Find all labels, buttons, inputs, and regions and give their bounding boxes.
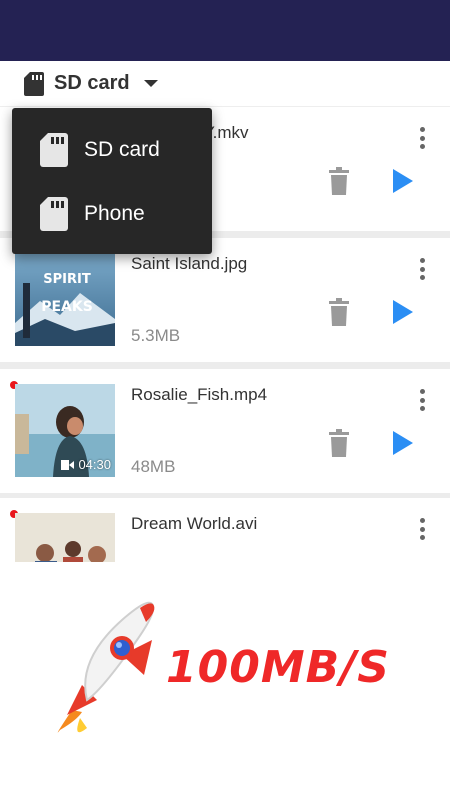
play-icon[interactable]: [391, 298, 415, 326]
promo-speed-text: 100MB/S: [166, 642, 390, 693]
video-camera-icon: [61, 459, 75, 470]
file-item[interactable]: 04:30 Rosalie_Fish.mp4 48MB: [0, 369, 450, 493]
file-name: Dream World.avi: [131, 514, 258, 533]
storage-dropdown-menu: SD card Phone: [12, 108, 212, 254]
storage-selected-label: SD card: [54, 72, 130, 94]
file-name: Rosalie_Fish.mp4: [131, 385, 268, 404]
menu-item-label: SD card: [84, 138, 160, 161]
sd-card-icon: [40, 133, 68, 167]
more-options-icon[interactable]: [412, 125, 432, 151]
delete-icon[interactable]: [327, 298, 351, 326]
file-size: 5.3MB: [131, 326, 181, 345]
thumbnail-subtitle-text: PEAKS: [41, 299, 93, 315]
file-thumbnail: 04:30: [15, 384, 115, 477]
app-header: [0, 0, 450, 61]
file-thumbnail: SPIRIT PEAKS: [15, 253, 115, 346]
play-icon[interactable]: [391, 429, 415, 457]
menu-item-label: Phone: [84, 202, 145, 225]
file-item[interactable]: Dream World.avi: [0, 498, 450, 562]
delete-icon[interactable]: [327, 167, 351, 195]
chevron-down-icon: [143, 80, 158, 87]
file-name: Saint Island.jpg: [131, 254, 248, 273]
menu-item-sd-card[interactable]: SD card: [12, 118, 212, 182]
menu-item-phone[interactable]: Phone: [12, 182, 212, 246]
more-options-icon[interactable]: [412, 256, 432, 282]
sd-card-icon: [24, 71, 44, 96]
promo-banner: 100MB/S: [0, 562, 450, 800]
more-options-icon[interactable]: [412, 387, 432, 413]
rocket-icon: [57, 601, 155, 733]
play-icon[interactable]: [391, 167, 415, 195]
sd-card-icon: [40, 197, 68, 231]
more-options-icon[interactable]: [412, 516, 432, 542]
file-size: 48MB: [131, 457, 176, 476]
thumbnail-title-text: SPIRIT: [43, 272, 91, 287]
delete-icon[interactable]: [327, 429, 351, 457]
video-duration-text: 04:30: [78, 457, 111, 472]
file-thumbnail: [15, 513, 115, 562]
file-item[interactable]: SPIRIT PEAKS Saint Island.jpg 5.3MB: [0, 238, 450, 362]
storage-selector[interactable]: SD card: [0, 61, 450, 107]
video-duration: 04:30: [61, 457, 111, 472]
